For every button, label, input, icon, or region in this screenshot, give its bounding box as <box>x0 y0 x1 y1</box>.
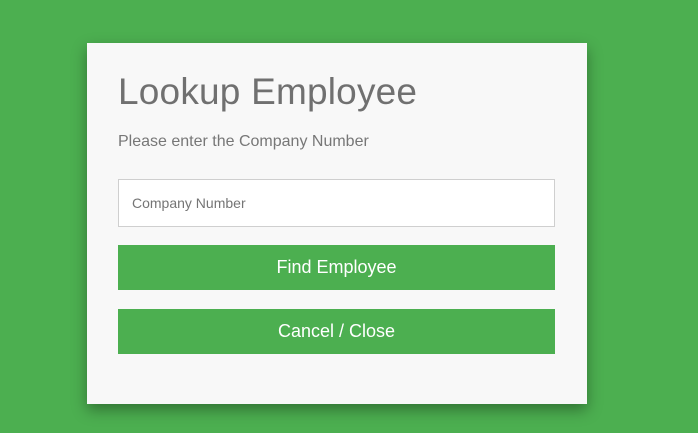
dialog-subtitle: Please enter the Company Number <box>118 133 369 150</box>
find-employee-button[interactable]: Find Employee <box>118 245 555 290</box>
lookup-employee-dialog: Lookup Employee Please enter the Company… <box>87 43 587 404</box>
dialog-title: Lookup Employee <box>118 71 418 112</box>
company-number-input[interactable] <box>118 179 555 227</box>
cancel-close-button[interactable]: Cancel / Close <box>118 309 555 354</box>
